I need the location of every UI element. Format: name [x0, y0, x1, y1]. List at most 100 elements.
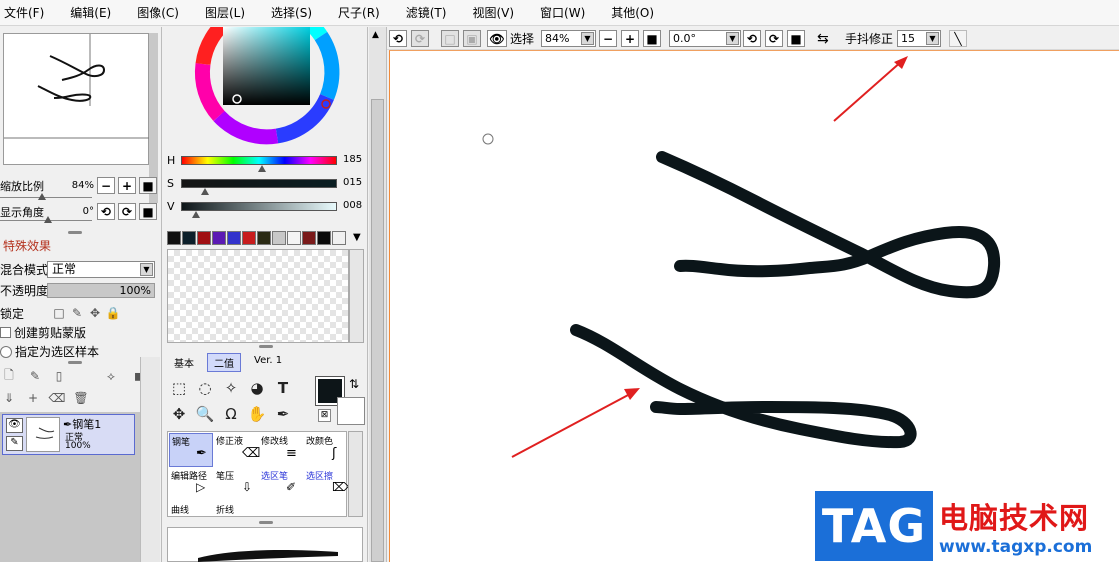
eye-icon[interactable]: 👁	[6, 418, 23, 433]
angle-select[interactable]: 0.0° ▼	[669, 30, 741, 47]
menu-image[interactable]: 图像(C)	[133, 4, 179, 21]
canvas-scroll-thumb[interactable]	[371, 99, 384, 562]
delete-layer-icon[interactable]: 🗑	[72, 389, 90, 407]
straight-line-icon[interactable]: ╲	[949, 30, 967, 47]
color-swatch[interactable]	[257, 231, 271, 245]
undo-button[interactable]: ⟲	[389, 30, 407, 47]
clear-layer-icon[interactable]: ⌫	[48, 389, 66, 407]
swatch-menu-icon[interactable]: ▼	[353, 232, 361, 243]
toolbar-rotate-reset-button[interactable]: ■	[787, 30, 805, 47]
hue-slider[interactable]	[181, 156, 337, 165]
zoom-out-button[interactable]: −	[97, 177, 115, 194]
layer-item[interactable]: 👁 ✎ ✒钢笔1 正常 100%	[2, 414, 135, 455]
color-swatch[interactable]	[302, 231, 316, 245]
menu-window[interactable]: 窗口(W)	[536, 4, 585, 21]
clipping-row[interactable]: 创建剪贴蒙版	[0, 324, 86, 341]
flip-horizontal-icon[interactable]: ⇆	[817, 30, 829, 47]
effects-section[interactable]: 特殊效果	[3, 237, 51, 254]
merge-down-icon[interactable]: ⇓	[0, 389, 18, 407]
blend-mode-select[interactable]: 正常 ▼	[47, 261, 155, 278]
menu-filter[interactable]: 滤镜(T)	[402, 4, 447, 21]
pen-icon[interactable]: ✎	[6, 436, 23, 451]
eyedropper-icon[interactable]: ✒	[272, 403, 294, 425]
lock-all-icon[interactable]: 🔒	[104, 304, 122, 322]
rotate-left-button[interactable]: ⟲	[97, 203, 115, 220]
toolbar-zoom-reset-button[interactable]: ■	[643, 30, 661, 47]
panel-splitter-4[interactable]	[259, 521, 273, 524]
color-swatch[interactable]	[272, 231, 286, 245]
menu-file[interactable]: 文件(F)	[0, 4, 44, 21]
lock-paint-icon[interactable]: ✎	[68, 304, 86, 322]
zoom-select[interactable]: 84% ▼	[541, 30, 596, 47]
layer-scrollbar[interactable]	[140, 357, 160, 562]
menu-layer[interactable]: 图层(L)	[201, 4, 245, 21]
magic-wand-icon[interactable]: ✧	[220, 377, 242, 399]
zoom-icon[interactable]: 🔍	[194, 403, 216, 425]
color-swatch[interactable]	[242, 231, 256, 245]
lock-move-icon[interactable]: ✥	[86, 304, 104, 322]
lock-transparency-icon[interactable]: □	[50, 304, 68, 322]
toolbar-zoom-out-button[interactable]: −	[599, 30, 617, 47]
navigator-preview[interactable]	[3, 33, 150, 165]
toolbar-rotate-left-button[interactable]: ⟲	[743, 30, 761, 47]
brush-selection-pen[interactable]: 选区笔	[259, 468, 303, 502]
zoom-reset-button[interactable]: ■	[139, 177, 157, 194]
color-wheel[interactable]	[163, 27, 368, 147]
invert-selection-button[interactable]: ▣	[463, 30, 481, 47]
value-slider[interactable]	[181, 202, 337, 211]
toolbar-rotate-right-button[interactable]: ⟳	[765, 30, 783, 47]
color-swatch[interactable]	[197, 231, 211, 245]
toolbar-zoom-in-button[interactable]: +	[621, 30, 639, 47]
menu-select[interactable]: 选择(S)	[267, 4, 312, 21]
panel-splitter-2[interactable]	[68, 361, 82, 364]
zoom-in-button[interactable]: +	[118, 177, 136, 194]
color-select-icon[interactable]: ◕	[246, 377, 268, 399]
canvas-scrollbar[interactable]: ▲	[369, 27, 387, 562]
color-swatch[interactable]	[317, 231, 331, 245]
value-slider-handle[interactable]	[192, 211, 200, 218]
menu-edit[interactable]: 编辑(E)	[66, 4, 111, 21]
brush-edit-path[interactable]: 编辑路径	[169, 468, 213, 502]
color-swatch[interactable]	[287, 231, 301, 245]
color-swatch[interactable]	[182, 231, 196, 245]
color-swatch[interactable]	[332, 231, 346, 245]
menu-other[interactable]: 其他(O)	[607, 4, 654, 21]
brush-curve[interactable]: 曲线	[169, 502, 213, 518]
rect-select-icon[interactable]: ⬚	[168, 377, 190, 399]
scratchpad[interactable]	[167, 249, 349, 343]
brush-polyline[interactable]: 折线	[214, 502, 258, 518]
brush-recolor[interactable]: 改颜色	[304, 433, 348, 467]
saturation-slider-handle[interactable]	[201, 188, 209, 195]
scratchpad-scrollbar[interactable]	[349, 249, 364, 343]
tab-basic[interactable]: 基本	[167, 353, 201, 372]
color-swatch[interactable]	[167, 231, 181, 245]
color-swatch[interactable]	[227, 231, 241, 245]
hue-slider-handle[interactable]	[258, 165, 266, 172]
angle-slider-handle[interactable]	[44, 216, 52, 223]
zoom-slider-handle[interactable]	[38, 193, 46, 200]
clipping-checkbox[interactable]	[0, 327, 11, 338]
new-layer-icon[interactable]: 🗋	[0, 367, 18, 385]
transfer-layer-icon[interactable]: ⟡	[102, 367, 120, 385]
secondary-color[interactable]	[337, 397, 365, 425]
color-swatch[interactable]	[212, 231, 226, 245]
text-tool-icon[interactable]: T	[272, 377, 294, 399]
tab-binary[interactable]: 二值	[207, 353, 241, 372]
transparent-color-icon[interactable]: ⊠	[318, 409, 331, 422]
selection-source-row[interactable]: 指定为选区样本	[0, 343, 99, 360]
saturation-slider[interactable]	[181, 179, 337, 188]
stabilizer-select[interactable]: 15 ▼	[897, 30, 941, 47]
menu-view[interactable]: 视图(V)	[468, 4, 514, 21]
rotate-reset-button[interactable]: ■	[139, 203, 157, 220]
brush-scrollbar[interactable]	[348, 431, 363, 517]
panel-splitter[interactable]	[68, 231, 82, 234]
opacity-slider[interactable]: 100%	[47, 283, 155, 298]
lasso-icon[interactable]: ◌	[194, 377, 216, 399]
scroll-up-icon[interactable]: ▲	[372, 30, 379, 40]
new-folder-icon[interactable]: ▯	[50, 367, 68, 385]
redo-button[interactable]: ⟳	[411, 30, 429, 47]
selection-source-checkbox[interactable]	[0, 345, 12, 358]
rotate-right-button[interactable]: ⟳	[118, 203, 136, 220]
rotate-icon[interactable]: Ω	[220, 403, 242, 425]
new-pen-layer-icon[interactable]: ✎	[26, 367, 44, 385]
